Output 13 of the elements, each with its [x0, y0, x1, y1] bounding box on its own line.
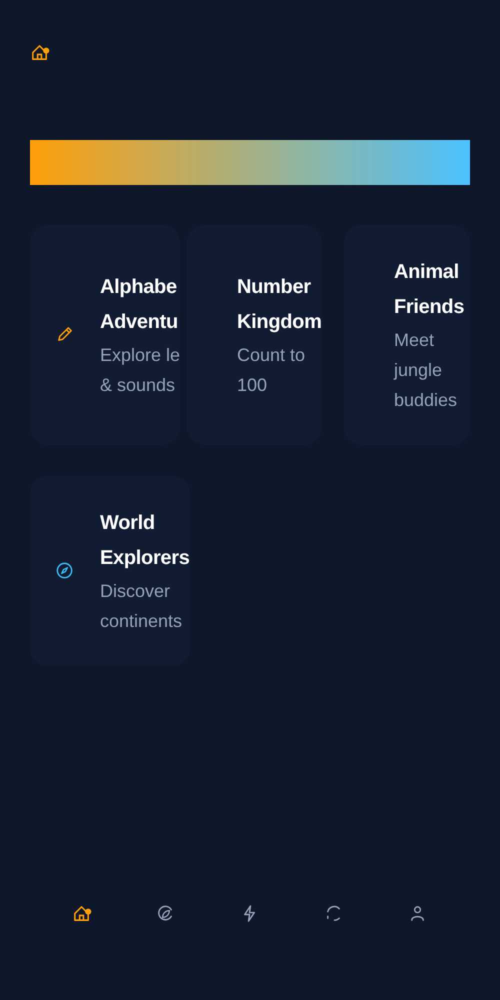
compass-icon [55, 561, 75, 581]
home-icon [30, 42, 50, 63]
card-title: Number Kingdom [237, 275, 322, 335]
card-background[interactable] [30, 225, 180, 445]
card-description: Explore le & sounds [100, 344, 180, 397]
card-background[interactable] [30, 476, 190, 666]
card-title: Animal Friends [394, 260, 464, 320]
card-title: World Explorers [100, 511, 190, 571]
card-description: Count to 100 [237, 344, 306, 397]
card-title: Alphabe Adventu [100, 275, 179, 335]
home-icon [72, 904, 92, 924]
card-description: Discover continents [100, 580, 184, 633]
card-description: Meet jungle buddies [394, 329, 458, 412]
